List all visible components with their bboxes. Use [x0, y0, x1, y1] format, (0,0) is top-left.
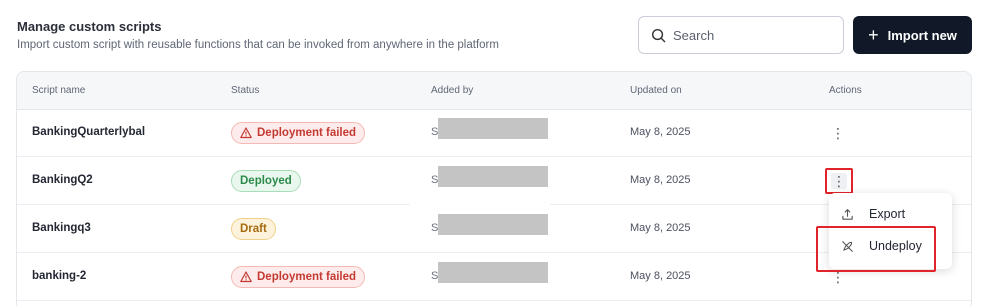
warning-icon — [240, 271, 252, 283]
redacted-block — [438, 262, 548, 283]
script-name[interactable]: Bankingq3 — [32, 222, 91, 234]
script-name[interactable]: BankingQ2 — [32, 174, 93, 186]
warning-icon — [240, 127, 252, 139]
status-badge: Deployment failed — [231, 266, 366, 288]
status-badge: Deployed — [231, 170, 301, 192]
status-cell: Deployment failed — [231, 266, 366, 288]
search-box[interactable] — [638, 16, 844, 54]
redacted-block — [438, 166, 548, 187]
import-new-button[interactable]: + Import new — [853, 16, 972, 54]
status-cell: Deployed — [231, 170, 301, 192]
status-badge: Draft — [231, 218, 276, 240]
updated-on: May 8, 2025 — [630, 270, 691, 282]
table-row[interactable]: BankingQuarterlybal Deployment failed S … — [17, 109, 971, 157]
updated-on: May 8, 2025 — [630, 126, 691, 138]
search-icon — [651, 28, 666, 42]
status-label: Deployment failed — [257, 127, 357, 139]
redacted-block — [438, 118, 548, 139]
status-cell: Draft — [231, 218, 276, 240]
status-label: Draft — [240, 223, 267, 235]
status-badge: Deployment failed — [231, 122, 366, 144]
row-actions-button[interactable]: ⋮ — [825, 121, 851, 145]
column-header-actions: Actions — [829, 85, 862, 96]
menu-item-label: Undeploy — [869, 239, 922, 253]
more-vertical-icon: ⋮ — [831, 124, 845, 141]
updated-on: May 8, 2025 — [630, 222, 691, 234]
script-name[interactable]: BankingQuarterlybal — [32, 126, 145, 138]
more-vertical-icon: ⋮ — [831, 268, 845, 285]
import-new-label: Import new — [887, 27, 957, 43]
status-label: Deployed — [240, 175, 292, 187]
column-header-status: Status — [231, 85, 260, 96]
row-actions-button[interactable]: ⋮ — [825, 168, 853, 194]
undeploy-icon — [842, 240, 853, 252]
script-name[interactable]: banking-2 — [32, 270, 86, 282]
table-header: Script name Status Added by Updated on A… — [17, 72, 971, 110]
menu-item-undeploy[interactable]: Undeploy — [829, 230, 952, 262]
menu-item-export[interactable]: Export — [829, 198, 952, 230]
page-subtitle: Import custom script with reusable funct… — [17, 39, 499, 51]
status-label: Deployment failed — [257, 271, 357, 283]
column-header-updated-on: Updated on — [630, 85, 682, 96]
redacted-block — [438, 214, 548, 235]
row-context-menu: Export Undeploy — [829, 193, 952, 269]
more-vertical-icon: ⋮ — [831, 172, 847, 189]
page-title: Manage custom scripts — [17, 19, 162, 34]
column-header-script-name: Script name — [32, 85, 86, 96]
export-icon — [842, 208, 853, 220]
scripts-table: Script name Status Added by Updated on A… — [16, 71, 972, 306]
column-header-added-by: Added by — [431, 85, 474, 96]
redaction-gap — [410, 196, 550, 210]
search-input[interactable] — [673, 27, 833, 43]
updated-on: May 8, 2025 — [630, 174, 691, 186]
menu-item-label: Export — [869, 207, 906, 221]
status-cell: Deployment failed — [231, 122, 366, 144]
plus-icon: + — [868, 25, 879, 45]
